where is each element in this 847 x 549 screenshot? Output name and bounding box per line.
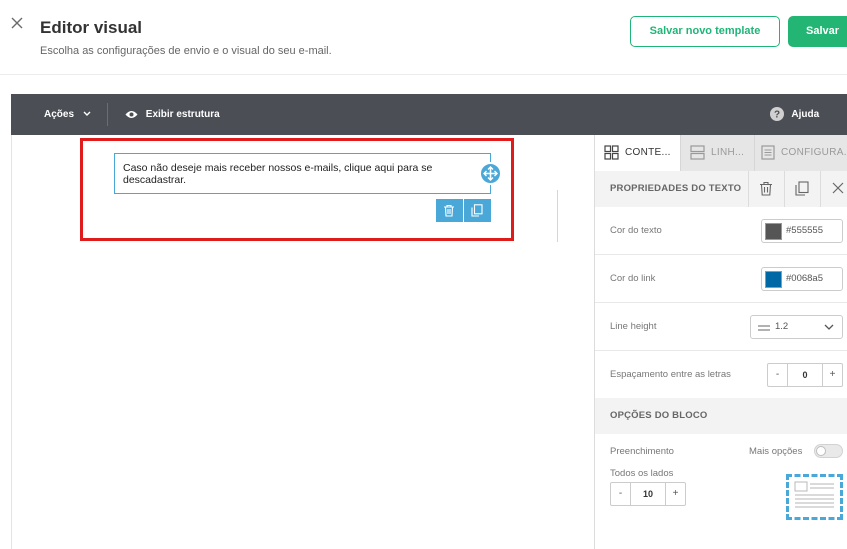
padding-stepper: - 10 + — [610, 482, 686, 506]
canvas-guide-line — [557, 190, 558, 242]
unsubscribe-text-block[interactable]: Caso não deseje mais receber nossos e-ma… — [114, 153, 491, 194]
block-options-title: OPÇÕES DO BLOCO — [610, 410, 708, 421]
delete-properties-button[interactable] — [748, 171, 784, 207]
text-color-value: #555555 — [786, 225, 823, 236]
svg-text:?: ? — [774, 110, 780, 121]
letter-spacing-stepper: - 0 + — [767, 363, 843, 387]
padding-preview-thumbnail — [786, 474, 843, 520]
line-height-select[interactable]: 1.2 — [750, 315, 843, 339]
help-button[interactable]: ? Ajuda — [770, 94, 819, 135]
line-height-label: Line height — [610, 321, 657, 332]
text-properties-title: PROPRIEDADES DO TEXTO — [610, 183, 742, 194]
help-icon: ? — [770, 107, 784, 122]
letter-spacing-value[interactable]: 0 — [788, 364, 822, 386]
actions-menu[interactable]: Ações — [44, 94, 91, 135]
more-options-label: Mais opções — [749, 446, 803, 457]
text-color-swatch[interactable] — [765, 223, 782, 240]
text-color-row: Cor do texto #555555 — [595, 207, 847, 255]
toolbar-divider — [107, 103, 108, 126]
line-height-icon — [758, 325, 770, 331]
padding-increase[interactable]: + — [665, 483, 685, 505]
trash-icon — [760, 181, 772, 196]
letter-spacing-decrease[interactable]: - — [768, 364, 788, 386]
padding-label: Preenchimento — [610, 446, 674, 457]
show-structure-label: Exibir estrutura — [145, 109, 220, 120]
close-properties-button[interactable] — [820, 171, 847, 207]
link-color-field[interactable]: #0068a5 — [761, 267, 843, 291]
line-height-value: 1.2 — [775, 321, 789, 332]
block-options-header: OPÇÕES DO BLOCO — [595, 398, 847, 434]
editor-toolbar: Ações Exibir estrutura ? Ajuda — [11, 94, 847, 135]
delete-block-button[interactable] — [436, 199, 463, 222]
help-label: Ajuda — [791, 109, 820, 120]
tab-content-label: CONTE... — [625, 147, 671, 158]
show-structure-button[interactable]: Exibir estrutura — [125, 94, 220, 135]
more-options-toggle[interactable] — [814, 444, 843, 458]
copy-icon — [795, 181, 809, 196]
panel-tabs: CONTE... LINH... CONFIGURA... — [595, 135, 847, 171]
letter-spacing-increase[interactable]: + — [822, 364, 842, 386]
move-icon[interactable] — [479, 162, 502, 185]
copy-icon — [471, 204, 483, 217]
block-options-area: Preenchimento Mais opções Todos os lados… — [595, 434, 847, 549]
padding-decrease[interactable]: - — [611, 483, 631, 505]
link-color-swatch[interactable] — [765, 271, 782, 288]
tab-lines-label: LINH... — [711, 147, 745, 158]
link-color-row: Cor do link #0068a5 — [595, 255, 847, 303]
trash-icon — [444, 204, 454, 217]
padding-value[interactable]: 10 — [631, 483, 665, 505]
eye-icon — [125, 110, 138, 118]
save-template-button[interactable]: Salvar novo template — [630, 16, 780, 47]
actions-label: Ações — [44, 109, 75, 120]
tab-content[interactable]: CONTE... — [595, 135, 680, 171]
link-color-label: Cor do link — [610, 273, 656, 284]
close-icon — [832, 182, 844, 194]
text-properties-header: PROPRIEDADES DO TEXTO — [595, 171, 847, 207]
duplicate-block-button[interactable] — [464, 199, 491, 222]
rows-icon — [690, 145, 705, 160]
duplicate-properties-button[interactable] — [784, 171, 820, 207]
page-subtitle: Escolha as configurações de envio e o vi… — [40, 45, 332, 57]
tab-settings[interactable]: CONFIGURA... — [754, 135, 847, 171]
text-color-field[interactable]: #555555 — [761, 219, 843, 243]
chevron-down-icon — [83, 111, 91, 117]
grid-icon — [604, 145, 619, 160]
line-height-row: Line height 1.2 — [595, 303, 847, 351]
text-color-label: Cor do texto — [610, 225, 662, 236]
letter-spacing-row: Espaçamento entre as letras - 0 + — [595, 351, 847, 399]
save-button[interactable]: Salvar — [788, 16, 847, 47]
layout-preview-icon — [794, 481, 834, 508]
tab-settings-label: CONFIGURA... — [781, 147, 847, 158]
page-title: Editor visual — [40, 18, 143, 37]
properties-panel: CONTE... LINH... CONFIGURA... PROPRIEDAD… — [594, 135, 847, 549]
chevron-down-icon — [824, 324, 834, 330]
close-icon[interactable] — [10, 16, 28, 34]
document-icon — [761, 145, 775, 160]
letter-spacing-label: Espaçamento entre as letras — [610, 369, 731, 380]
header: Editor visual Escolha as configurações d… — [0, 0, 847, 75]
all-sides-label: Todos os lados — [610, 468, 674, 479]
link-color-value: #0068a5 — [786, 273, 823, 284]
toggle-knob — [816, 446, 826, 456]
tab-lines[interactable]: LINH... — [680, 135, 754, 171]
